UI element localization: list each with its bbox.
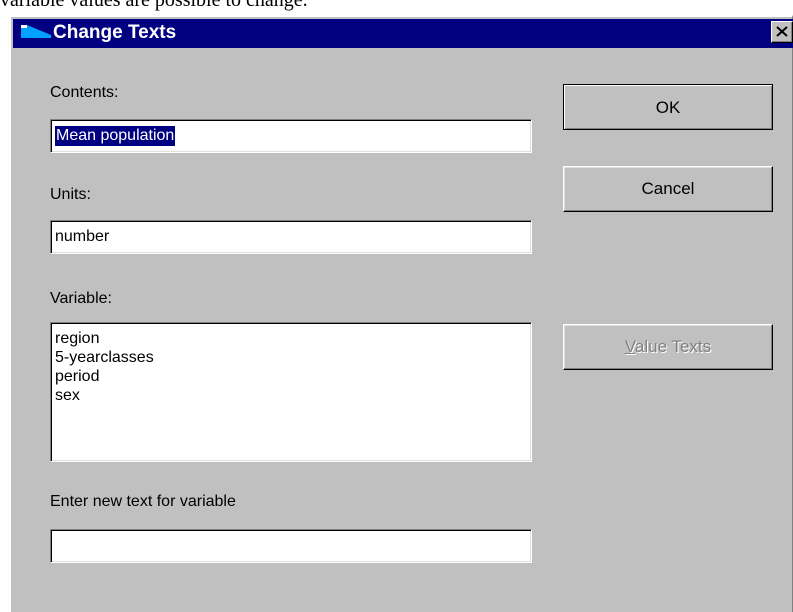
change-texts-dialog: Change Texts Contents: Mean population U… bbox=[9, 15, 793, 612]
list-item[interactable]: 5-yearclasses bbox=[55, 348, 154, 367]
new-text-label: Enter new text for variable bbox=[50, 493, 236, 510]
arrow-flag-icon bbox=[21, 25, 51, 41]
units-value: number bbox=[55, 228, 110, 245]
title-bar[interactable]: Change Texts bbox=[13, 19, 793, 48]
list-item[interactable]: period bbox=[55, 367, 154, 386]
list-item[interactable]: sex bbox=[55, 386, 154, 405]
value-texts-label-rest: alue Texts bbox=[634, 337, 712, 356]
cancel-button[interactable]: Cancel bbox=[563, 166, 773, 212]
units-label: Units: bbox=[50, 186, 91, 203]
variable-label: Variable: bbox=[50, 290, 112, 307]
ok-button-label: OK bbox=[655, 98, 681, 117]
variable-listbox[interactable]: region 5-yearclasses period sex bbox=[50, 322, 532, 462]
variable-list-items: region 5-yearclasses period sex bbox=[55, 329, 154, 405]
cancel-button-label: Cancel bbox=[641, 179, 695, 198]
new-text-field[interactable] bbox=[50, 529, 532, 563]
document-text-fragment: variable values are possible to change. bbox=[0, 0, 308, 11]
dialog-title: Change Texts bbox=[53, 22, 177, 43]
ok-button[interactable]: OK bbox=[563, 84, 773, 130]
list-item[interactable]: region bbox=[55, 329, 154, 348]
contents-field[interactable]: Mean population bbox=[50, 119, 532, 153]
close-button[interactable] bbox=[771, 21, 793, 43]
contents-label: Contents: bbox=[50, 84, 119, 101]
contents-value: Mean population bbox=[55, 126, 176, 146]
units-field[interactable]: number bbox=[50, 220, 532, 254]
value-texts-button[interactable]: Value Texts bbox=[563, 324, 773, 370]
value-texts-button-label: Value Texts bbox=[564, 338, 772, 356]
value-texts-mnemonic: V bbox=[624, 337, 635, 356]
